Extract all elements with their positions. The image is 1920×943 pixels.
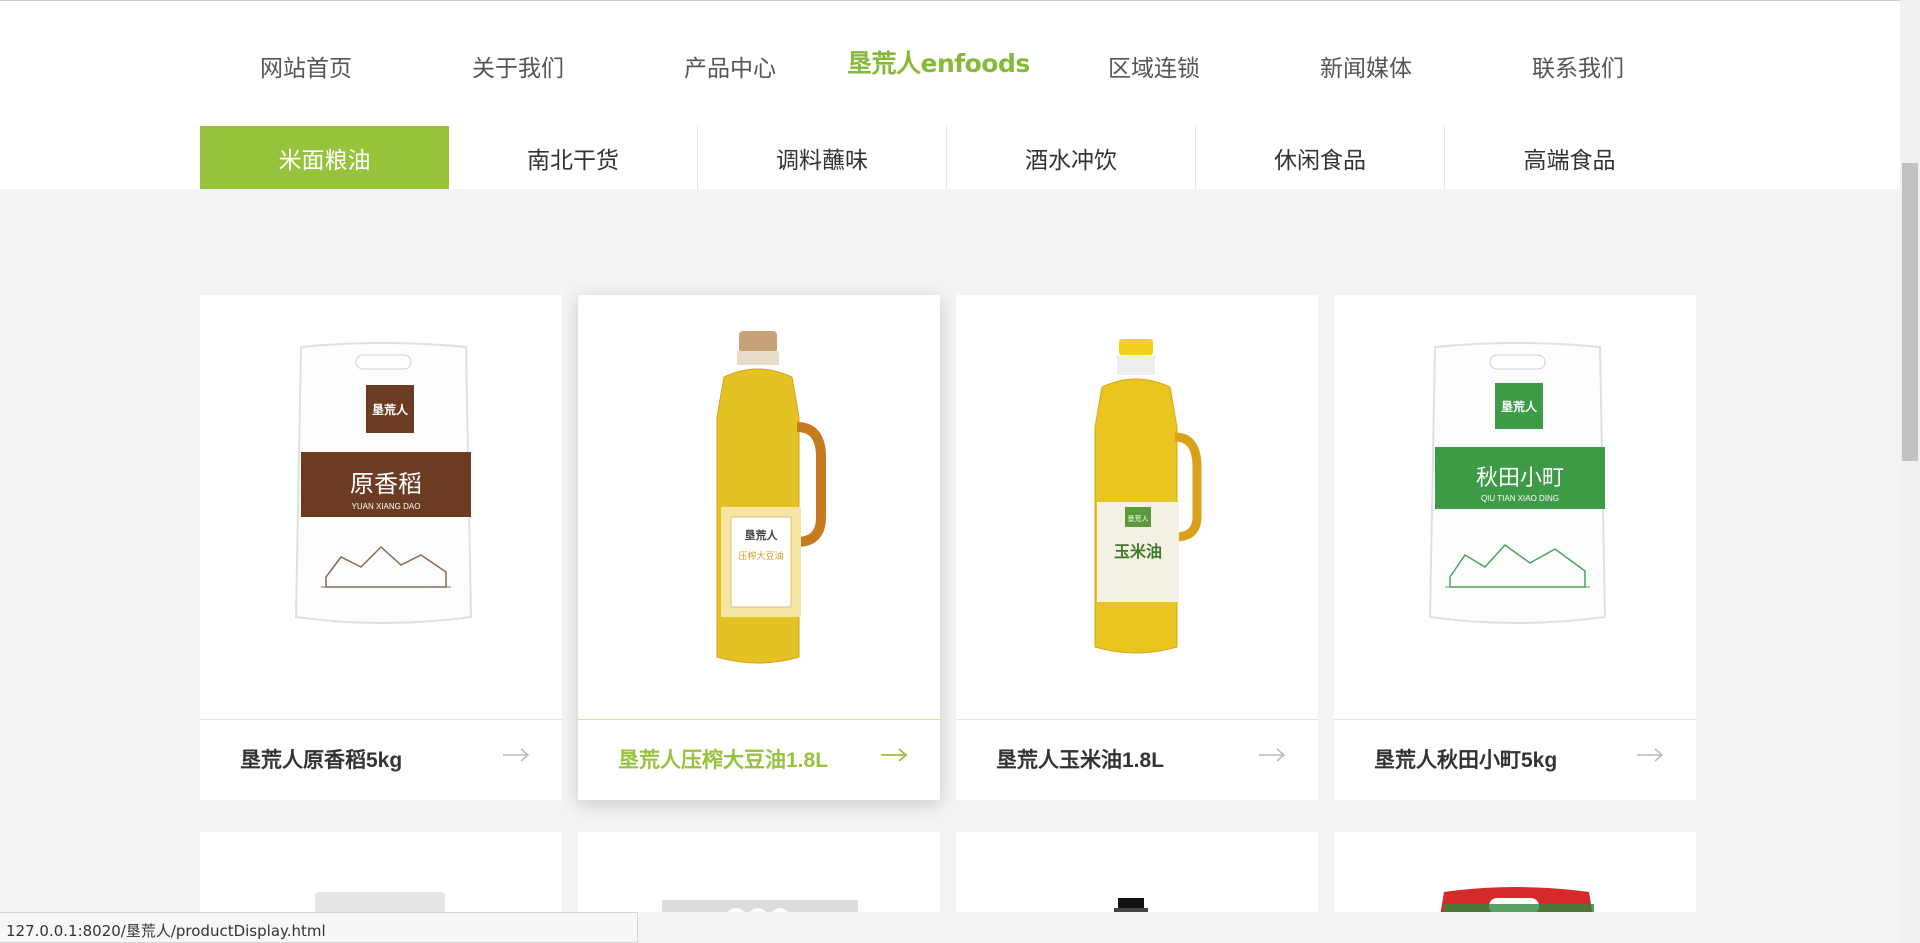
tab-grain-oil[interactable]: 米面粮油	[200, 126, 449, 189]
rice-bag-green-icon: 垦荒人 秋田小町 QIU TIAN XIAO DING	[1334, 295, 1696, 719]
site-logo[interactable]: 垦荒人enfoods	[836, 46, 1048, 87]
svg-text:垦荒人: 垦荒人	[1501, 399, 1538, 414]
product-card[interactable]: 垦荒人 秋田小町 QIU TIAN XIAO DING 垦荒人秋田小町5kg	[1334, 295, 1696, 800]
tab-seasoning[interactable]: 调料蘸味	[698, 126, 947, 189]
card-divider	[578, 719, 940, 720]
rice-bag-brown-icon: 垦荒人 原香稻 YUAN XIANG DAO	[200, 295, 562, 719]
header: 网站首页 关于我们 产品中心 垦荒人enfoods 区域连锁 新闻媒体 联系我们…	[0, 1, 1900, 189]
tab-dry-goods[interactable]: 南北干货	[449, 126, 698, 189]
scrollbar-track[interactable]	[1900, 0, 1920, 943]
category-tabs: 米面粮油 南北干货 调料蘸味 酒水冲饮 休闲食品 高端食品	[200, 126, 1694, 189]
scrollbar-thumb[interactable]	[1902, 163, 1918, 461]
tab-premium[interactable]: 高端食品	[1445, 126, 1694, 189]
nav-contact[interactable]: 联系我们	[1472, 49, 1684, 83]
nav-products[interactable]: 产品中心	[624, 49, 836, 83]
nav-about[interactable]: 关于我们	[412, 49, 624, 83]
product-image-icon	[315, 892, 445, 912]
red-bag-icon	[1440, 887, 1594, 912]
product-card[interactable]	[578, 832, 940, 912]
nav-region[interactable]: 区域连锁	[1048, 49, 1260, 83]
product-title[interactable]: 垦荒人秋田小町5kg	[1374, 744, 1557, 774]
product-card[interactable]: 垦荒人 压榨大豆油 垦荒人压榨大豆油1.8L	[578, 295, 940, 800]
card-divider	[956, 719, 1318, 720]
svg-text:秋田小町: 秋田小町	[1476, 466, 1564, 491]
svg-text:原香稻: 原香稻	[350, 470, 422, 498]
product-card[interactable]	[956, 832, 1318, 912]
product-card[interactable]: 垦荒人 原香稻 YUAN XIANG DAO 垦荒人原香稻5kg	[200, 295, 562, 800]
card-divider	[200, 719, 562, 720]
product-card[interactable]	[200, 832, 562, 912]
product-title[interactable]: 垦荒人原香稻5kg	[240, 744, 402, 774]
loading-image-icon	[662, 900, 858, 912]
svg-text:垦荒人: 垦荒人	[745, 528, 779, 542]
arrow-right-icon[interactable]	[1636, 747, 1664, 763]
logo-text: 垦荒人enfoods	[847, 49, 1030, 78]
svg-text:压榨大豆油: 压榨大豆油	[738, 550, 783, 561]
nav-home[interactable]: 网站首页	[200, 49, 412, 83]
card-divider	[1334, 719, 1696, 720]
bottle-icon	[1114, 898, 1148, 912]
tab-snacks[interactable]: 休闲食品	[1196, 126, 1445, 189]
status-url: 127.0.0.1:8020/垦荒人/productDisplay.html	[0, 912, 638, 943]
tab-drinks[interactable]: 酒水冲饮	[947, 126, 1196, 189]
main-nav: 网站首页 关于我们 产品中心 垦荒人enfoods 区域连锁 新闻媒体 联系我们	[200, 41, 1694, 91]
svg-text:YUAN XIANG DAO: YUAN XIANG DAO	[352, 502, 421, 511]
product-card[interactable]	[1334, 832, 1696, 912]
svg-text:QIU TIAN XIAO DING: QIU TIAN XIAO DING	[1481, 494, 1559, 503]
arrow-right-icon[interactable]	[502, 747, 530, 763]
nav-news[interactable]: 新闻媒体	[1260, 49, 1472, 83]
corn-oil-bottle-icon: 垦荒人 玉米油	[956, 295, 1318, 719]
svg-text:垦荒人: 垦荒人	[1128, 514, 1149, 523]
product-card[interactable]: 垦荒人 玉米油 垦荒人玉米油1.8L	[956, 295, 1318, 800]
product-title[interactable]: 垦荒人压榨大豆油1.8L	[618, 744, 828, 774]
svg-text:垦荒人: 垦荒人	[372, 402, 409, 417]
arrow-right-icon[interactable]	[880, 747, 908, 763]
soybean-oil-bottle-icon: 垦荒人 压榨大豆油	[578, 295, 940, 719]
svg-text:玉米油: 玉米油	[1114, 542, 1162, 561]
arrow-right-icon[interactable]	[1258, 747, 1286, 763]
product-title[interactable]: 垦荒人玉米油1.8L	[996, 744, 1164, 774]
